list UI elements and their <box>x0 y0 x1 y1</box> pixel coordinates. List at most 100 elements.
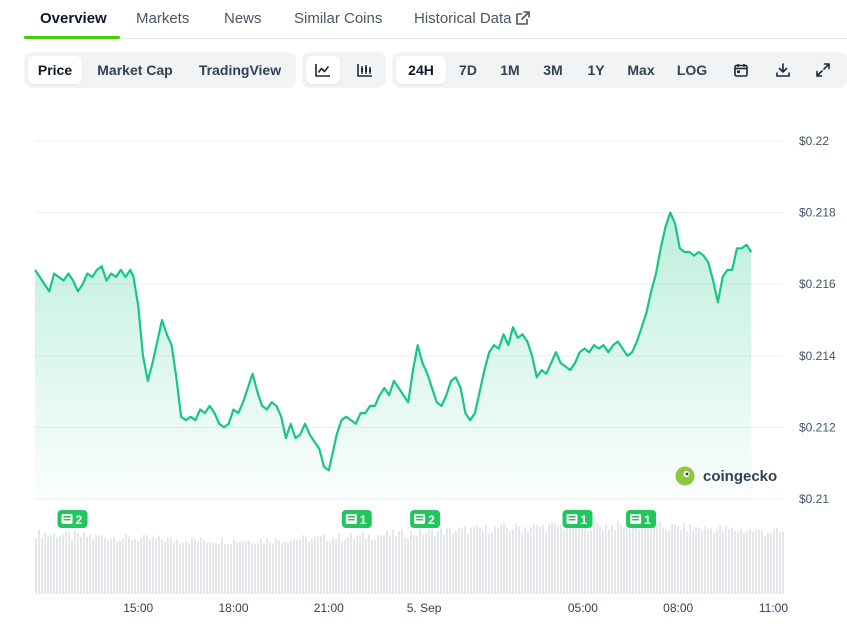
volume-bar <box>152 536 154 594</box>
volume-bar <box>77 532 79 594</box>
range-1m[interactable]: 1M <box>492 56 528 84</box>
volume-bar <box>236 542 238 594</box>
download-button[interactable] <box>766 56 800 84</box>
volume-bar <box>344 540 346 594</box>
range-3m[interactable]: 3M <box>534 56 572 84</box>
volume-bar <box>323 534 325 594</box>
volume-bar <box>671 523 673 594</box>
volume-bar <box>776 528 778 594</box>
x-tick-label: 11:00 <box>759 601 788 615</box>
tab-overview[interactable]: Overview <box>40 10 107 27</box>
news-marker[interactable]: 2 <box>57 510 88 528</box>
log-toggle[interactable]: LOG <box>670 56 714 84</box>
news-marker[interactable]: 1 <box>626 510 657 528</box>
volume-bar <box>695 526 697 594</box>
volume-bar <box>542 524 544 594</box>
volume-bar <box>710 528 712 594</box>
volume-bar <box>659 521 661 594</box>
volume-bar <box>365 538 367 594</box>
volume-bar <box>68 532 70 594</box>
news-marker[interactable]: 1 <box>562 510 593 528</box>
volume-bar <box>593 521 595 594</box>
volume-bar <box>242 541 244 594</box>
range-24h[interactable]: 24H <box>396 56 446 84</box>
volume-bar <box>587 531 589 594</box>
range-max[interactable]: Max <box>620 56 662 84</box>
tab-markets[interactable]: Markets <box>136 10 189 27</box>
price-tab[interactable]: Price <box>28 56 82 84</box>
volume-bar <box>131 540 133 594</box>
volume-bar <box>611 525 613 594</box>
volume-bar <box>362 532 364 594</box>
volume-bar <box>638 529 640 594</box>
volume-bar <box>128 536 130 594</box>
volume-bar <box>545 531 547 594</box>
line-chart-icon <box>315 64 330 77</box>
news-marker[interactable]: 2 <box>410 510 441 528</box>
volume-bar <box>740 529 742 594</box>
volume-bar <box>98 536 100 594</box>
volume-bar <box>458 527 460 594</box>
volume-bar <box>605 524 607 594</box>
volume-bar <box>176 539 178 594</box>
calendar-button[interactable] <box>724 56 758 84</box>
candlestick-chart-icon <box>357 64 372 77</box>
fullscreen-button[interactable] <box>806 56 840 84</box>
volume-bar <box>188 543 190 594</box>
volume-bar <box>662 527 664 594</box>
volume-bar <box>377 535 379 594</box>
line-chart-button[interactable] <box>306 56 340 84</box>
download-icon <box>776 63 790 77</box>
tradingview-tab[interactable]: TradingView <box>188 56 292 84</box>
volume-bars <box>35 520 784 594</box>
volume-bar <box>371 539 373 594</box>
volume-bar <box>617 520 619 594</box>
volume-bar <box>206 542 208 594</box>
volume-bar <box>608 529 610 594</box>
tab-news[interactable]: News <box>224 10 262 27</box>
volume-bar <box>116 542 118 594</box>
price-chart[interactable]: $0.21$0.212$0.214$0.216$0.218$0.22 21211… <box>0 100 847 628</box>
volume-bar <box>182 543 184 594</box>
market-cap-tab[interactable]: Market Cap <box>88 56 182 84</box>
volume-bar <box>308 541 310 594</box>
volume-bar <box>302 535 304 594</box>
volume-bar <box>227 543 229 594</box>
tab-similar-coins[interactable]: Similar Coins <box>294 10 382 27</box>
volume-bar <box>41 537 43 594</box>
volume-bar <box>203 540 205 594</box>
volume-bar <box>383 535 385 594</box>
volume-bar <box>629 529 631 594</box>
volume-bar <box>350 533 352 594</box>
newspaper-icon <box>414 514 426 524</box>
volume-bar <box>623 528 625 594</box>
volume-bar <box>224 544 226 594</box>
volume-bar <box>479 528 481 594</box>
range-1y[interactable]: 1Y <box>578 56 614 84</box>
candlestick-chart-button[interactable] <box>348 56 382 84</box>
volume-bar <box>260 539 262 594</box>
volume-bar <box>218 543 220 594</box>
volume-bar <box>725 525 727 594</box>
volume-bar <box>437 530 439 594</box>
range-7d[interactable]: 7D <box>450 56 486 84</box>
x-tick-label: 08:00 <box>663 601 693 615</box>
volume-bar <box>743 533 745 594</box>
news-marker[interactable]: 1 <box>341 510 372 528</box>
volume-bar <box>656 522 658 594</box>
volume-bar <box>692 529 694 594</box>
volume-bar <box>251 542 253 594</box>
volume-bar <box>494 526 496 594</box>
volume-bar <box>269 542 271 594</box>
volume-bar <box>731 527 733 594</box>
volume-bar <box>80 536 82 594</box>
volume-bar <box>329 541 331 594</box>
volume-bar <box>590 530 592 594</box>
tab-bar: Overview Markets News Similar Coins Hist… <box>24 0 847 39</box>
volume-bar <box>767 533 769 594</box>
volume-bar <box>779 532 781 594</box>
volume-bar <box>500 524 502 594</box>
news-marker-count: 1 <box>644 513 651 527</box>
volume-bar <box>299 539 301 594</box>
tab-historical-data[interactable]: Historical Data <box>414 10 530 27</box>
